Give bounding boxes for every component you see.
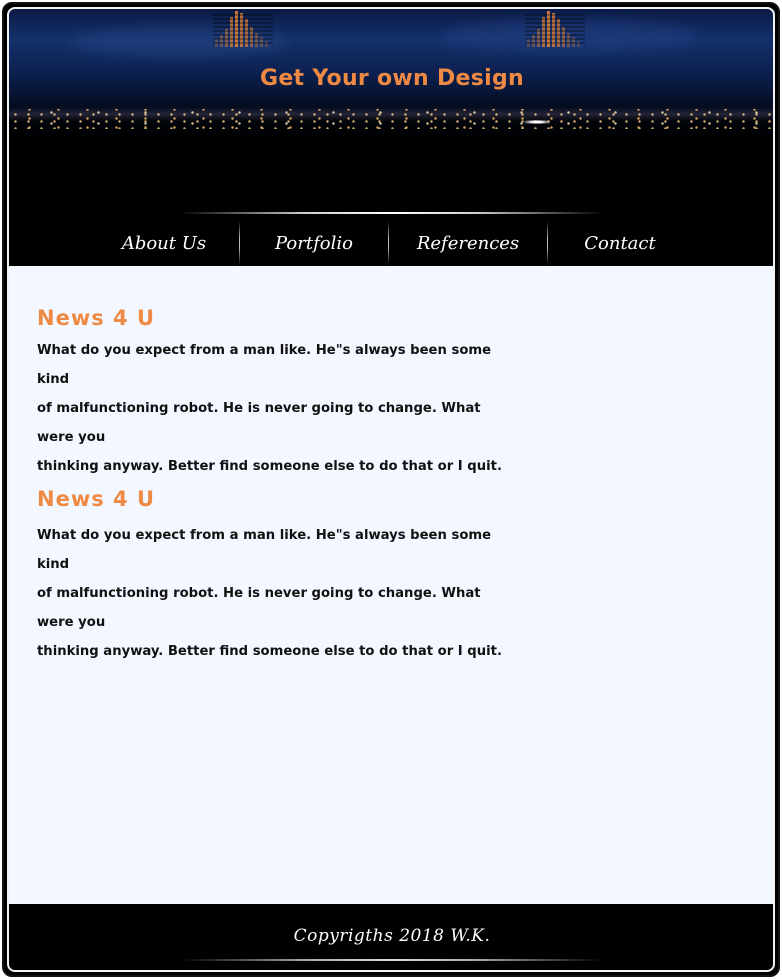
equalizer-bars-icon <box>213 11 273 47</box>
news-line: of malfunctioning robot. He is never goi… <box>37 401 481 445</box>
page-frame: Get Your own Design About Us Portfolio R… <box>2 2 780 977</box>
nav-item-about-us[interactable]: About Us <box>89 221 239 265</box>
site-title: Get Your own Design <box>259 66 525 91</box>
news-line: What do you expect from a man like. He"s… <box>37 528 492 572</box>
nav-item-contact[interactable]: Contact <box>548 221 692 265</box>
equalizer-bars-icon <box>525 11 585 47</box>
main-content: News 4 U What do you expect from a man l… <box>9 266 775 904</box>
city-light-glow <box>524 120 550 124</box>
news-article: News 4 U What do you expect from a man l… <box>37 487 517 666</box>
news-body: What do you expect from a man like. He"s… <box>37 336 512 481</box>
nav-item-portfolio[interactable]: Portfolio <box>240 221 388 265</box>
nav-divider-line <box>179 212 604 214</box>
news-line: of malfunctioning robot. He is never goi… <box>37 586 481 630</box>
news-line: thinking anyway. Better find someone els… <box>37 459 502 474</box>
city-lights <box>9 109 775 129</box>
news-body: What do you expect from a man like. He"s… <box>37 521 512 666</box>
copyright-text: Copyrigths 2018 W.K. <box>293 926 491 946</box>
footer-divider-line <box>181 959 603 961</box>
news-title: News 4 U <box>37 487 156 511</box>
header-banner: Get Your own Design About Us Portfolio R… <box>9 9 775 266</box>
news-title: News 4 U <box>37 306 156 330</box>
news-article: News 4 U What do you expect from a man l… <box>37 306 517 481</box>
nav-item-references[interactable]: References <box>389 221 547 265</box>
news-line: What do you expect from a man like. He"s… <box>37 343 492 387</box>
main-nav: About Us Portfolio References Contact <box>89 221 709 265</box>
news-line: thinking anyway. Better find someone els… <box>37 644 502 659</box>
footer: Copyrigths 2018 W.K. <box>9 906 775 972</box>
